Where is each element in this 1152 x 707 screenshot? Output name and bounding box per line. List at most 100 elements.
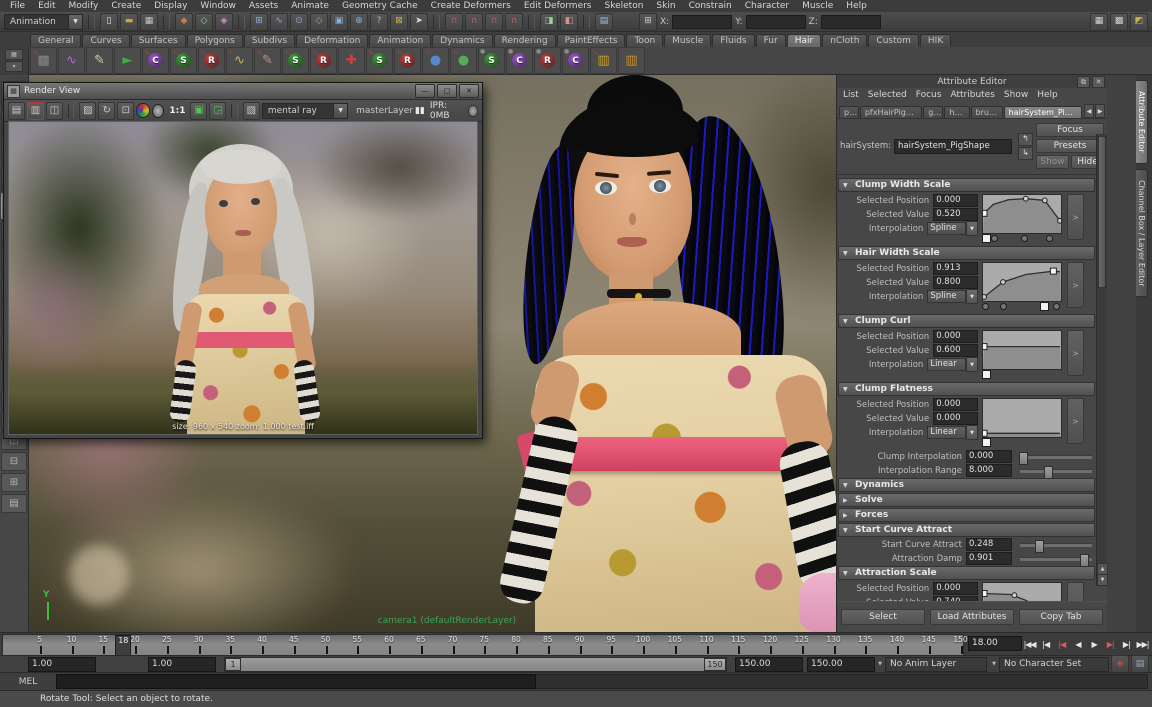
make-paintable-tool[interactable]: ► <box>114 47 141 74</box>
shelf-tab-ncloth[interactable]: nCloth <box>822 34 867 47</box>
slider-track-interpolation-range[interactable] <box>1020 469 1092 473</box>
render-options-icon[interactable]: ▧ <box>243 102 260 120</box>
toolbar-separator[interactable] <box>88 15 95 29</box>
ramp-marker[interactable] <box>991 235 998 242</box>
hair-constraint-2[interactable]: ●C <box>506 47 533 74</box>
field-value-hair-width-scale[interactable]: 0.800 <box>933 276 978 289</box>
refresh-ipr-icon[interactable]: ↻ <box>98 102 115 120</box>
time-slider[interactable]: 5101520253035404550556065707580859095100… <box>0 632 1152 655</box>
field-position-attraction-scale[interactable]: 0.000 <box>933 582 978 595</box>
chevron-down-icon[interactable]: ▼ <box>989 658 999 671</box>
play-forward-button[interactable]: ▶ <box>1087 635 1102 653</box>
play-backward-button[interactable]: ◀ <box>1070 635 1085 653</box>
shelf-tab-fur[interactable]: Fur <box>756 34 786 47</box>
chevron-down-icon[interactable]: ▼ <box>966 357 978 372</box>
shelf-tab-hair[interactable]: Hair <box>787 34 821 47</box>
field-value-clump-curl[interactable]: 0.600 <box>933 344 978 357</box>
snap-together-icon[interactable]: ⊕ <box>350 13 368 31</box>
menu-animate[interactable]: Animate <box>291 1 329 11</box>
step-forward-key-button[interactable]: ▶| <box>1103 635 1118 653</box>
slider-field-attraction-damp[interactable]: 0.901 <box>966 552 1012 565</box>
new-scene-icon[interactable]: ▯ <box>100 13 118 31</box>
step-back-frame-button[interactable]: |◀ <box>1038 635 1053 653</box>
section-header-dynamics[interactable]: ▼Dynamics <box>838 478 1095 492</box>
attribute-scroll-area[interactable]: ▼Clump Width ScaleSelected Position0.000… <box>837 175 1096 601</box>
field-position-hair-width-scale[interactable]: 0.913 <box>933 262 978 275</box>
redo-previous-render-icon[interactable]: ▥ <box>27 102 44 120</box>
maximize-button[interactable]: □ <box>437 84 457 98</box>
shelf-tab-surfaces[interactable]: Surfaces <box>131 34 186 47</box>
playback-end-field[interactable]: 150.00 <box>735 657 803 672</box>
field-value-clump-flatness[interactable]: 0.000 <box>933 412 978 425</box>
paint-follicles-tool[interactable]: ∿✎ <box>254 47 281 74</box>
hypershade-persp-layout[interactable]: ▤ <box>1 494 27 513</box>
snap-to-view-planes-icon[interactable]: ◇ <box>310 13 328 31</box>
load-attributes-button[interactable]: Load Attributes <box>930 609 1014 625</box>
ramp-marker[interactable] <box>982 303 989 310</box>
ae-menu-attributes[interactable]: Attributes <box>950 90 994 100</box>
undock-icon[interactable]: ⧉ <box>1077 76 1090 88</box>
go-to-start-button[interactable]: |◀◀ <box>1022 635 1037 653</box>
ramp-expand-button-clump-width-scale[interactable]: > <box>1067 194 1084 240</box>
slider-handle[interactable] <box>1044 466 1053 479</box>
comb-hair-tool[interactable]: ∿▥ <box>590 47 617 74</box>
ramp-widget-attraction-scale[interactable] <box>982 582 1062 601</box>
ae-menu-selected[interactable]: Selected <box>868 90 907 100</box>
interpolation-dropdown-clump-curl[interactable]: Linear <box>927 358 966 371</box>
chevron-down-icon[interactable]: ▼ <box>966 221 978 236</box>
set-rest-position[interactable]: ∿R <box>198 47 225 74</box>
render-settings-icon[interactable]: ◩ <box>1130 13 1148 31</box>
exposure-icon[interactable]: ◲ <box>209 102 226 120</box>
chevron-down-icon[interactable]: ▼ <box>875 658 885 671</box>
current-frame-marker[interactable]: 18 <box>115 635 131 657</box>
section-header-clump-curl[interactable]: ▼Clump Curl <box>838 314 1095 328</box>
menu-skeleton[interactable]: Skeleton <box>605 1 644 11</box>
scrollbar-thumb[interactable] <box>1098 136 1106 288</box>
slider-field-clump-interpolation[interactable]: 0.000 <box>966 450 1012 463</box>
delete-hair-tool[interactable]: ✚ <box>338 47 365 74</box>
alpha-channel-icon[interactable] <box>152 104 165 118</box>
shelf-tab-dynamics[interactable]: Dynamics <box>432 34 492 47</box>
section-header-forces[interactable]: ▶Forces <box>838 508 1095 522</box>
ramp-marker-selected[interactable] <box>982 370 991 379</box>
ae-menu-show[interactable]: Show <box>1004 90 1028 100</box>
snap-to-grids-icon[interactable]: ⊞ <box>250 13 268 31</box>
tab-scroll-right-icon[interactable]: ▶ <box>1095 104 1105 118</box>
curl-hair-tool[interactable]: ∿ <box>58 47 85 74</box>
section-header-start-curve-attract[interactable]: ▼Start Curve Attract <box>838 523 1095 537</box>
chevron-down-icon[interactable]: ▼ <box>966 289 978 304</box>
shelf-tab-polygons[interactable]: Polygons <box>187 34 243 47</box>
display-start-curves[interactable]: ∿S <box>282 47 309 74</box>
menu-muscle[interactable]: Muscle <box>802 1 833 11</box>
display-rest-curves[interactable]: ∿R <box>310 47 337 74</box>
save-scene-icon[interactable]: ▦ <box>140 13 158 31</box>
menu-create[interactable]: Create <box>111 1 141 11</box>
shelf-tab-painteffects[interactable]: PaintEffects <box>557 34 626 47</box>
ramp-marker-selected[interactable] <box>982 438 991 447</box>
close-icon[interactable]: ✕ <box>1092 76 1105 88</box>
x-field[interactable] <box>672 15 732 29</box>
chevron-down-icon[interactable]: ▼ <box>68 15 82 29</box>
slider-handle[interactable] <box>1035 540 1044 553</box>
field-value-clump-width-scale[interactable]: 0.520 <box>933 208 978 221</box>
ramp-marker[interactable] <box>1046 235 1053 242</box>
slider-track-clump-interpolation[interactable] <box>1020 455 1092 459</box>
menu-help[interactable]: Help <box>846 1 867 11</box>
scroll-down-icon[interactable]: ▼ <box>1097 574 1108 586</box>
ramp-widget-clump-flatness[interactable] <box>982 398 1062 447</box>
range-start-handle[interactable]: 1 <box>225 658 241 671</box>
section-header-clump-flatness[interactable]: ▼Clump Flatness <box>838 382 1095 396</box>
menu-constrain[interactable]: Constrain <box>689 1 732 11</box>
show-input-icon[interactable]: ↰ <box>1018 133 1033 146</box>
auto-keyframe-icon[interactable]: ◈ <box>1111 655 1129 673</box>
ae-tab-hairsystem-pigshape[interactable]: hairSystem_PigShape <box>1004 106 1083 118</box>
section-header-hair-width-scale[interactable]: ▼Hair Width Scale <box>838 246 1095 260</box>
select-component-icon[interactable]: ◈ <box>215 13 233 31</box>
section-header-clump-width-scale[interactable]: ▼Clump Width Scale <box>838 178 1095 192</box>
ae-tab-girl[interactable]: girl <box>923 106 943 118</box>
show-output-icon[interactable]: ↳ <box>1018 147 1033 160</box>
menu-display[interactable]: Display <box>154 1 187 11</box>
y-field[interactable] <box>746 15 806 29</box>
render-view-titlebar[interactable]: ▦ Render View —□✕ <box>4 83 482 100</box>
menu-file[interactable]: File <box>10 1 25 11</box>
